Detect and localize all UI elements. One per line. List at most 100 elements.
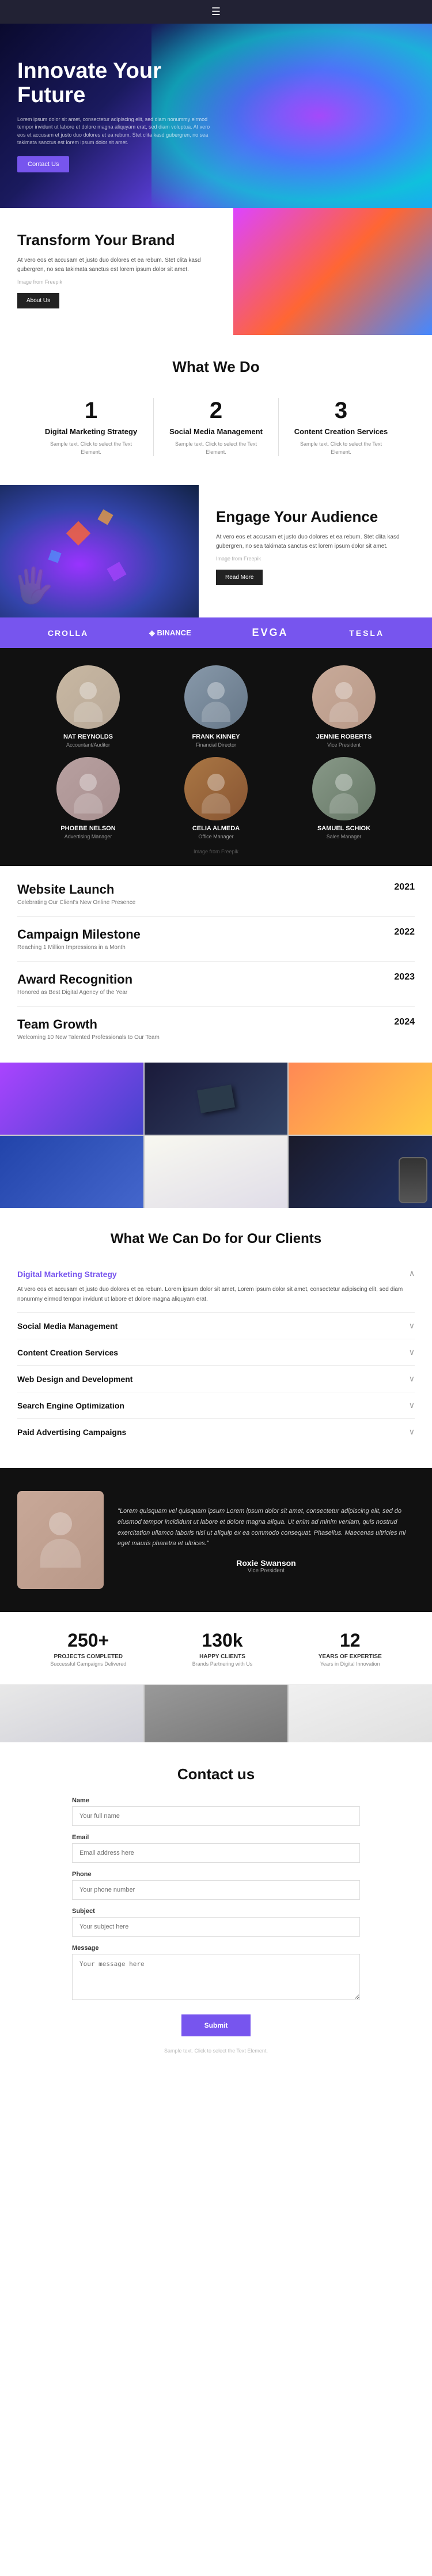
person-silhouette bbox=[74, 673, 103, 722]
service-text-1: Sample text. Click to select the Text El… bbox=[40, 440, 142, 456]
submit-button[interactable]: Submit bbox=[181, 2014, 251, 2036]
stat-sub-3: Years in Digital Innovation bbox=[319, 1661, 382, 1667]
services-grid: 1 Digital Marketing Strategy Sample text… bbox=[29, 392, 403, 462]
transform-image bbox=[233, 208, 432, 335]
transform-about-button[interactable]: About Us bbox=[17, 293, 59, 308]
hamburger-icon[interactable]: ☰ bbox=[211, 6, 221, 18]
timeline-item-3-left: Award Recognition Honored as Best Digita… bbox=[17, 972, 132, 996]
email-input[interactable] bbox=[72, 1843, 360, 1863]
accordion-item-4[interactable]: Web Design and Development ∨ bbox=[17, 1366, 415, 1392]
gallery2-section bbox=[0, 1685, 432, 1742]
engage-read-more-button[interactable]: Read More bbox=[216, 570, 263, 585]
hero-text: Lorem ipsum dolor sit amet, consectetur … bbox=[17, 116, 213, 147]
engage-decoration-4 bbox=[107, 562, 126, 581]
engage-hand-icon: 🖐 bbox=[12, 565, 55, 606]
message-input[interactable] bbox=[72, 1954, 360, 2000]
team-name-phoebe: PHOEBE NELSON bbox=[29, 825, 147, 832]
service-item-3: 3 Content Creation Services Sample text.… bbox=[279, 392, 403, 462]
gallery-item-6 bbox=[289, 1136, 432, 1208]
team-name-samuel: SAMUEL SCHIOK bbox=[285, 825, 403, 832]
subject-input[interactable] bbox=[72, 1917, 360, 1937]
logo-crolla: CROLLA bbox=[48, 628, 88, 638]
gallery2-item-1 bbox=[0, 1685, 143, 1742]
testimonial-content: "Lorem quisquam vel quisquam ipsum Lorem… bbox=[118, 1506, 415, 1574]
team-member-jennie: JENNIE ROBERTS Vice President bbox=[285, 665, 403, 748]
stat-number-1: 250+ bbox=[50, 1630, 126, 1651]
team-member-samuel: SAMUEL SCHIOK Sales Manager bbox=[285, 757, 403, 839]
accordion-item-2[interactable]: Social Media Management ∨ bbox=[17, 1313, 415, 1339]
name-input[interactable] bbox=[72, 1806, 360, 1826]
accordion-chevron-2: ∨ bbox=[409, 1321, 415, 1331]
timeline-subtitle-1: Celebrating Our Client's New Online Pres… bbox=[17, 899, 135, 906]
team-name-jennie: JENNIE ROBERTS bbox=[285, 733, 403, 740]
navigation: ☰ bbox=[0, 0, 432, 24]
engage-title: Engage Your Audience bbox=[216, 508, 415, 526]
what-we-do-section: What We Do 1 Digital Marketing Strategy … bbox=[0, 335, 432, 485]
team-role-celia: Office Manager bbox=[157, 834, 275, 839]
timeline-item-2: Campaign Milestone Reaching 1 Million Im… bbox=[17, 917, 415, 962]
gallery-item-5 bbox=[145, 1136, 288, 1208]
accordion-item-5[interactable]: Search Engine Optimization ∨ bbox=[17, 1392, 415, 1419]
team-grid: NAT REYNOLDS Accountant/Auditor FRANK KI… bbox=[29, 665, 403, 839]
email-label: Email bbox=[72, 1834, 360, 1841]
hero-title: Innovate Your Future bbox=[17, 59, 213, 108]
phone-label: Phone bbox=[72, 1871, 360, 1878]
engage-section: 🖐 Engage Your Audience At vero eos et ac… bbox=[0, 485, 432, 617]
accordion-title-6: Paid Advertising Campaigns bbox=[17, 1428, 126, 1437]
contact-title: Contact us bbox=[17, 1765, 415, 1783]
team-section: NAT REYNOLDS Accountant/Auditor FRANK KI… bbox=[0, 648, 432, 866]
timeline-section: Website Launch Celebrating Our Client's … bbox=[0, 866, 432, 1063]
timeline-year-4: 2024 bbox=[394, 1017, 415, 1027]
transform-content: Transform Your Brand At vero eos et accu… bbox=[0, 208, 233, 335]
phone-input[interactable] bbox=[72, 1880, 360, 1900]
timeline-title-2: Campaign Milestone bbox=[17, 927, 141, 942]
gallery-item-1 bbox=[0, 1063, 143, 1135]
timeline-year-2: 2022 bbox=[394, 927, 415, 937]
name-field-group: Name bbox=[72, 1797, 360, 1826]
testimonial-quote: "Lorem quisquam vel quisquam ipsum Lorem… bbox=[118, 1506, 415, 1549]
engage-decoration-1 bbox=[66, 521, 90, 545]
team-member-celia: CELIA ALMEDA Office Manager bbox=[157, 757, 275, 839]
team-role-nat: Accountant/Auditor bbox=[29, 742, 147, 748]
timeline-item-1: Website Launch Celebrating Our Client's … bbox=[17, 872, 415, 917]
email-field-group: Email bbox=[72, 1834, 360, 1863]
timeline-subtitle-3: Honored as Best Digital Agency of the Ye… bbox=[17, 989, 132, 996]
service-title-2: Social Media Management bbox=[165, 427, 267, 436]
engage-image: 🖐 bbox=[0, 485, 199, 617]
team-member-frank: FRANK KINNEY Financial Director bbox=[157, 665, 275, 748]
team-img-credit: Image from Freepik bbox=[12, 849, 420, 854]
stat-sub-2: Brands Partnering with Us bbox=[192, 1661, 253, 1667]
team-member-nat: NAT REYNOLDS Accountant/Auditor bbox=[29, 665, 147, 748]
team-role-phoebe: Advertising Manager bbox=[29, 834, 147, 839]
timeline-item-1-left: Website Launch Celebrating Our Client's … bbox=[17, 882, 135, 906]
testimonial-name: Roxie Swanson bbox=[118, 1558, 415, 1568]
subject-label: Subject bbox=[72, 1908, 360, 1915]
timeline-item-2-left: Campaign Milestone Reaching 1 Million Im… bbox=[17, 927, 141, 951]
team-photo-phoebe bbox=[56, 757, 120, 820]
accordion-item-6[interactable]: Paid Advertising Campaigns ∨ bbox=[17, 1419, 415, 1445]
accordion-chevron-6: ∨ bbox=[409, 1427, 415, 1437]
hero-cta-button[interactable]: Contact Us bbox=[17, 156, 69, 172]
transform-title: Transform Your Brand bbox=[17, 231, 216, 249]
accordion-item-3[interactable]: Content Creation Services ∨ bbox=[17, 1339, 415, 1366]
services-accordion-section: What We Can Do for Our Clients Digital M… bbox=[0, 1208, 432, 1468]
team-role-jennie: Vice President bbox=[285, 742, 403, 748]
phone-field-group: Phone bbox=[72, 1871, 360, 1900]
gallery-item-4 bbox=[0, 1136, 143, 1208]
testimonial-role: Vice President bbox=[118, 1568, 415, 1574]
service-number-1: 1 bbox=[40, 398, 142, 424]
engage-visual: 🖐 bbox=[0, 485, 199, 617]
timeline-item-3: Award Recognition Honored as Best Digita… bbox=[17, 962, 415, 1007]
timeline-year-3: 2023 bbox=[394, 972, 415, 982]
contact-form: Name Email Phone Subject Message Submit bbox=[72, 1797, 360, 2036]
service-number-2: 2 bbox=[165, 398, 267, 424]
service-title-1: Digital Marketing Strategy bbox=[40, 427, 142, 436]
service-title-3: Content Creation Services bbox=[290, 427, 392, 436]
accordion-item-1[interactable]: Digital Marketing Strategy ∨ At vero eos… bbox=[17, 1261, 415, 1313]
accordion-content-1: At vero eos et accusam et justo duo dolo… bbox=[17, 1285, 415, 1304]
team-photo-jennie bbox=[312, 665, 376, 729]
testimonial-section: "Lorem quisquam vel quisquam ipsum Lorem… bbox=[0, 1468, 432, 1612]
stats-section: 250+ PROJECTS COMPLETED Successful Campa… bbox=[0, 1612, 432, 1685]
hero-section: Innovate Your Future Lorem ipsum dolor s… bbox=[0, 24, 432, 208]
stat-number-3: 12 bbox=[319, 1630, 382, 1651]
